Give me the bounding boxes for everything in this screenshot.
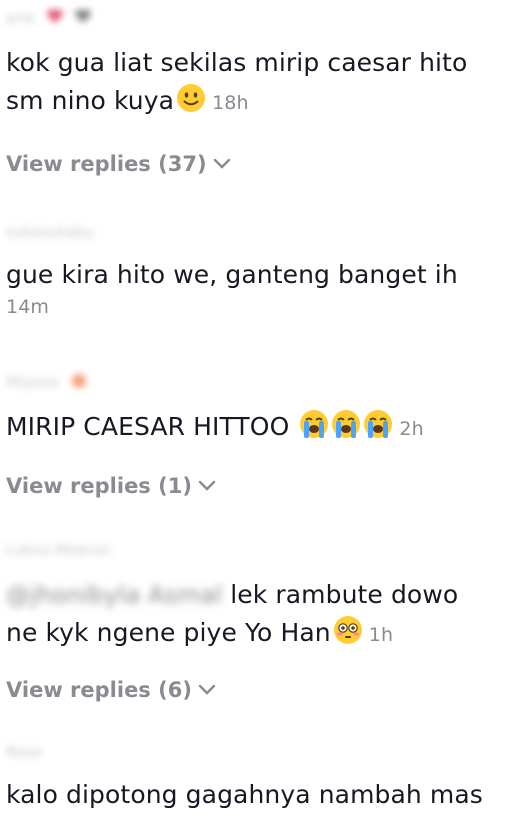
comment-text: @jhonibyla Asmal lek rambute dowo ne kyk… — [6, 576, 508, 654]
view-replies-button[interactable]: View replies (37) — [6, 152, 231, 176]
comment-2: sukasukaku gue kira hito we, ganteng ban… — [6, 222, 508, 320]
comment-5: Rose kalo dipotong gagahnya nambah mas — [6, 742, 508, 814]
comment-text: MIRIP CAESAR HITTOO 2h — [6, 408, 508, 448]
chevron-down-icon — [198, 480, 216, 491]
heart-emoji-icon — [74, 8, 92, 24]
comment-timestamp: 14m — [6, 296, 49, 318]
comment-text-line: gue kira hito we, ganteng banget ih — [6, 260, 458, 289]
comment-text-line: @jhonibyla Asmal lek rambute dowo — [6, 580, 459, 609]
comment-text: kalo dipotong gagahnya nambah mas — [6, 776, 508, 814]
comment-text: gue kira hito we, ganteng banget ih 14m — [6, 256, 508, 320]
comment-username[interactable]: Lukiul Mekrun — [6, 540, 508, 560]
comment-text-line: ne kyk ngene piye Yo Han 1h — [6, 614, 508, 654]
loudly-crying-face-icon — [331, 409, 361, 439]
view-replies-button[interactable]: View replies (1) — [6, 474, 216, 498]
comment-text: kok gua liat sekilas mirip caesar hito s… — [6, 44, 508, 122]
comment-1: arie kok gua liat sekilas mirip caesar h… — [6, 8, 508, 122]
loudly-crying-face-icon — [363, 409, 393, 439]
comment-username[interactable]: Rose — [6, 742, 508, 762]
view-replies-button[interactable]: View replies (6) — [6, 678, 216, 702]
comment-timestamp: 1h — [368, 624, 394, 646]
comment-timestamp: 18h — [212, 92, 249, 114]
slightly-smiling-face-icon — [176, 83, 206, 113]
comment-username[interactable]: arie — [6, 8, 508, 28]
chevron-down-icon — [213, 158, 230, 169]
flushed-face-icon — [333, 615, 363, 645]
comment-timestamp: 2h — [399, 418, 424, 440]
comment-3: Miyooo MIRIP CAESAR HITTOO 2h — [6, 372, 508, 448]
comment-text-line: kalo dipotong gagahnya nambah mas — [6, 780, 483, 809]
loudly-crying-face-icon — [299, 409, 329, 439]
heart-emoji-icon — [46, 8, 64, 24]
comment-text-line: kok gua liat sekilas mirip caesar hito — [6, 48, 468, 77]
comment-text-line: MIRIP CAESAR HITTOO 2h — [6, 408, 508, 448]
comment-username[interactable]: sukasukaku — [6, 222, 508, 242]
peach-emoji-icon — [70, 372, 88, 388]
username-text[interactable]: arie — [6, 9, 35, 27]
user-mention-link[interactable]: @jhonibyla Asmal — [6, 581, 222, 609]
comment-4: Lukiul Mekrun @jhonibyla Asmal lek rambu… — [6, 540, 508, 654]
comment-text-line: sm nino kuya 18h — [6, 82, 508, 122]
comment-username[interactable]: Miyooo — [6, 372, 508, 392]
chevron-down-icon — [198, 684, 216, 695]
